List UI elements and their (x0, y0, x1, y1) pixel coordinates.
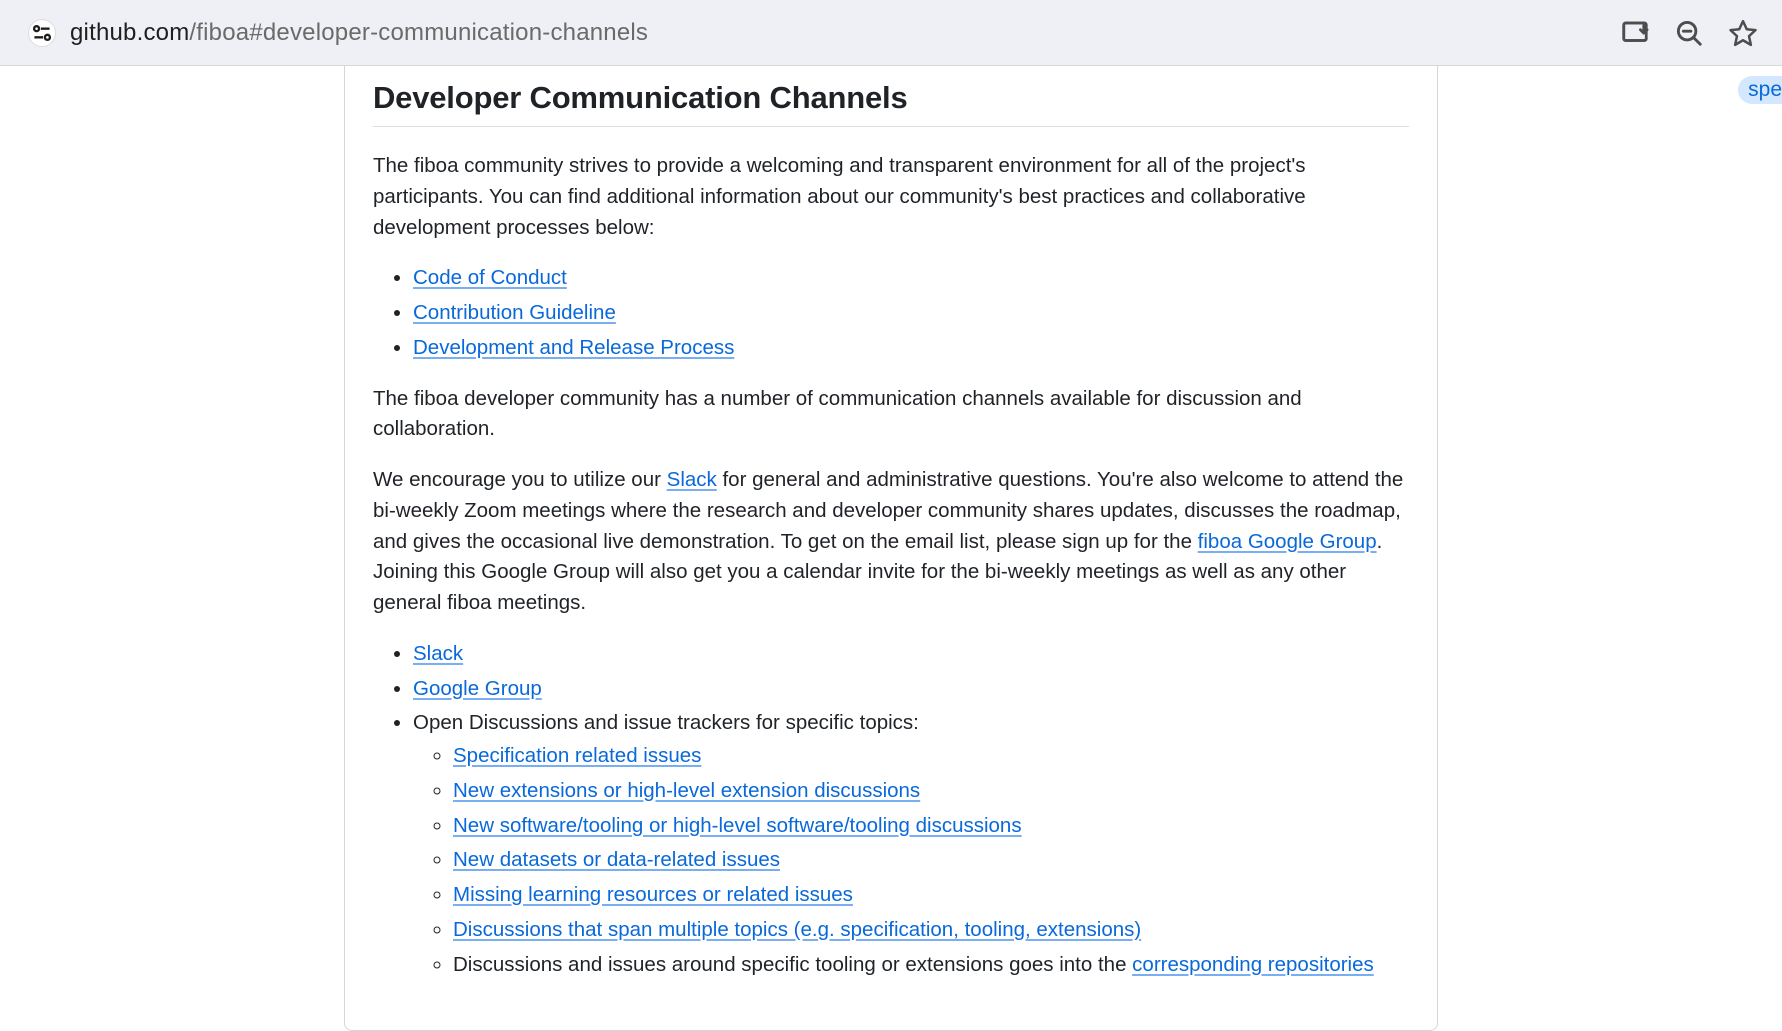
list-item: Discussions that span multiple topics (e… (453, 915, 1409, 946)
intro-paragraph: The fiboa community strives to provide a… (373, 151, 1409, 243)
list-item: Specification related issues (453, 741, 1409, 772)
new-software-tooling-link[interactable]: New software/tooling or high-level softw… (453, 814, 1022, 837)
google-group-link[interactable]: Google Group (413, 677, 542, 700)
section-heading: Developer Communication Channels (373, 80, 1409, 127)
slack-inline-link[interactable]: Slack (667, 468, 717, 491)
url-host: github.com (70, 19, 189, 46)
open-discussions-label: Open Discussions and issue trackers for … (413, 711, 919, 734)
topics-list: Specification related issues New extensi… (413, 741, 1409, 980)
bookmark-star-icon[interactable] (1728, 18, 1758, 48)
text-segment: We encourage you to utilize our (373, 468, 667, 491)
list-item: Open Discussions and issue trackers for … (413, 708, 1409, 980)
site-settings-icon[interactable] (28, 19, 56, 47)
list-item: Code of Conduct (413, 263, 1409, 294)
toolbar-icons (1620, 18, 1772, 48)
list-item: Slack (413, 639, 1409, 670)
url-text: github.com/fiboa#developer-communication… (70, 19, 648, 47)
text-segment: Discussions and issues around specific t… (453, 953, 1132, 976)
page-body: spe Developer Communication Channels The… (0, 66, 1782, 1031)
channels-list: Slack Google Group Open Discussions and … (373, 639, 1409, 981)
multi-topic-discussions-link[interactable]: Discussions that span multiple topics (e… (453, 918, 1141, 941)
url-path: /fiboa#developer-communication-channels (189, 19, 648, 46)
list-item: Contribution Guideline (413, 298, 1409, 329)
corresponding-repositories-link[interactable]: corresponding repositories (1132, 953, 1374, 976)
code-of-conduct-link[interactable]: Code of Conduct (413, 266, 567, 289)
browser-toolbar: github.com/fiboa#developer-communication… (0, 0, 1782, 66)
address-bar[interactable]: github.com/fiboa#developer-communication… (10, 9, 1608, 57)
slack-link[interactable]: Slack (413, 642, 463, 665)
zoom-icon[interactable] (1674, 18, 1704, 48)
list-item: New extensions or high-level extension d… (453, 776, 1409, 807)
install-app-icon[interactable] (1620, 18, 1650, 48)
readme-content: Developer Communication Channels The fib… (344, 66, 1438, 1031)
development-release-link[interactable]: Development and Release Process (413, 336, 734, 359)
channels-intro-paragraph: The fiboa developer community has a numb… (373, 384, 1409, 446)
contribution-guideline-link[interactable]: Contribution Guideline (413, 301, 616, 324)
list-item: New software/tooling or high-level softw… (453, 811, 1409, 842)
new-extensions-link[interactable]: New extensions or high-level extension d… (453, 779, 920, 802)
new-datasets-link[interactable]: New datasets or data-related issues (453, 848, 780, 871)
google-group-inline-link[interactable]: fiboa Google Group (1198, 530, 1377, 553)
list-item: Development and Release Process (413, 333, 1409, 364)
side-badge[interactable]: spe (1738, 76, 1782, 104)
list-item: Discussions and issues around specific t… (453, 950, 1409, 981)
channels-details-paragraph: We encourage you to utilize our Slack fo… (373, 465, 1409, 619)
list-item: Missing learning resources or related is… (453, 880, 1409, 911)
specification-issues-link[interactable]: Specification related issues (453, 744, 701, 767)
list-item: Google Group (413, 674, 1409, 705)
list-item: New datasets or data-related issues (453, 845, 1409, 876)
best-practices-list: Code of Conduct Contribution Guideline D… (373, 263, 1409, 363)
learning-resources-link[interactable]: Missing learning resources or related is… (453, 883, 853, 906)
